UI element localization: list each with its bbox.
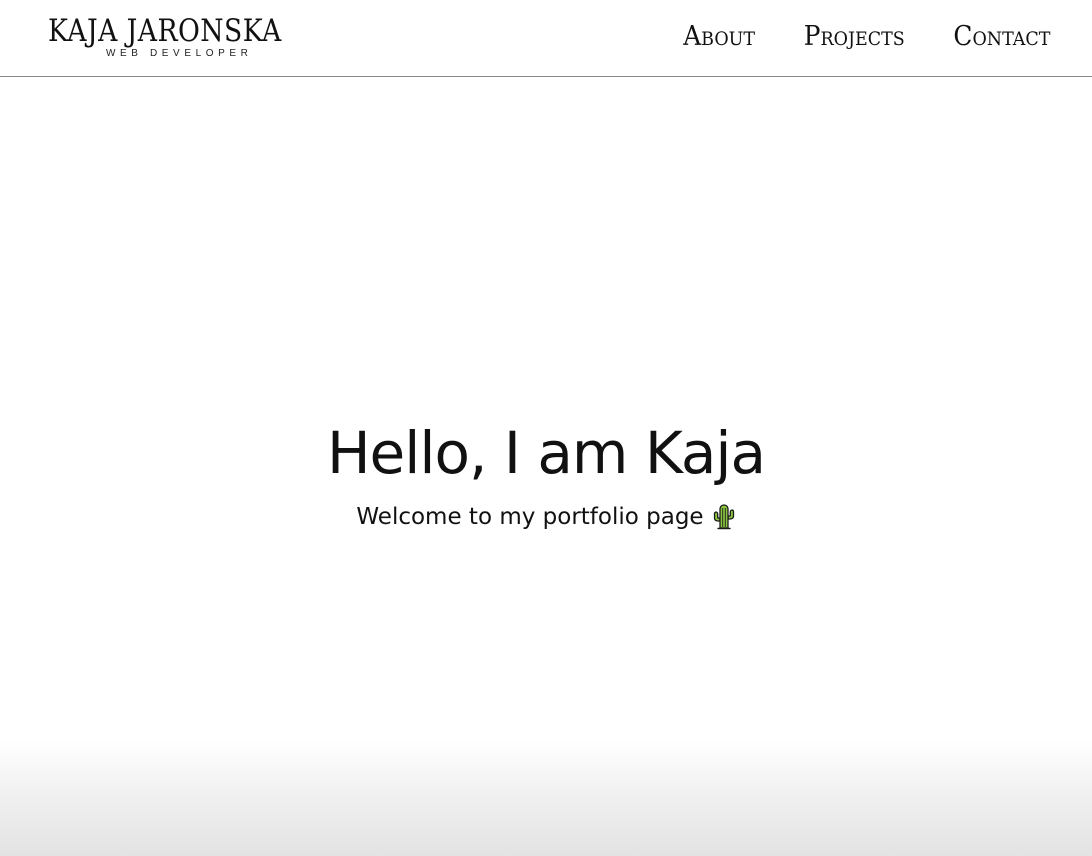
nav-link-contact[interactable]: Contact — [953, 20, 1050, 54]
logo-subtitle: WEB DEVELOPER — [106, 48, 253, 59]
hero-subtitle-row: Welcome to my portfolio page — [0, 502, 1092, 532]
hero-title: Hello, I am Kaja — [326, 419, 766, 487]
site-header: KAJA JARONSKA WEB DEVELOPER About Projec… — [0, 0, 1092, 77]
nav-link-projects[interactable]: Projects — [804, 20, 905, 54]
bottom-gradient — [0, 740, 1092, 856]
logo-link[interactable]: KAJA JARONSKA WEB DEVELOPER — [48, 13, 304, 59]
cactus-icon — [712, 503, 736, 531]
hero-section: Hello, I am Kaja Welcome to my portfolio… — [0, 77, 1092, 740]
main-nav: About Projects Contact — [677, 20, 1050, 54]
logo-name: KAJA JARONSKA — [48, 13, 282, 49]
hero-subtitle: Welcome to my portfolio page — [356, 504, 704, 530]
nav-link-about[interactable]: About — [683, 20, 755, 54]
